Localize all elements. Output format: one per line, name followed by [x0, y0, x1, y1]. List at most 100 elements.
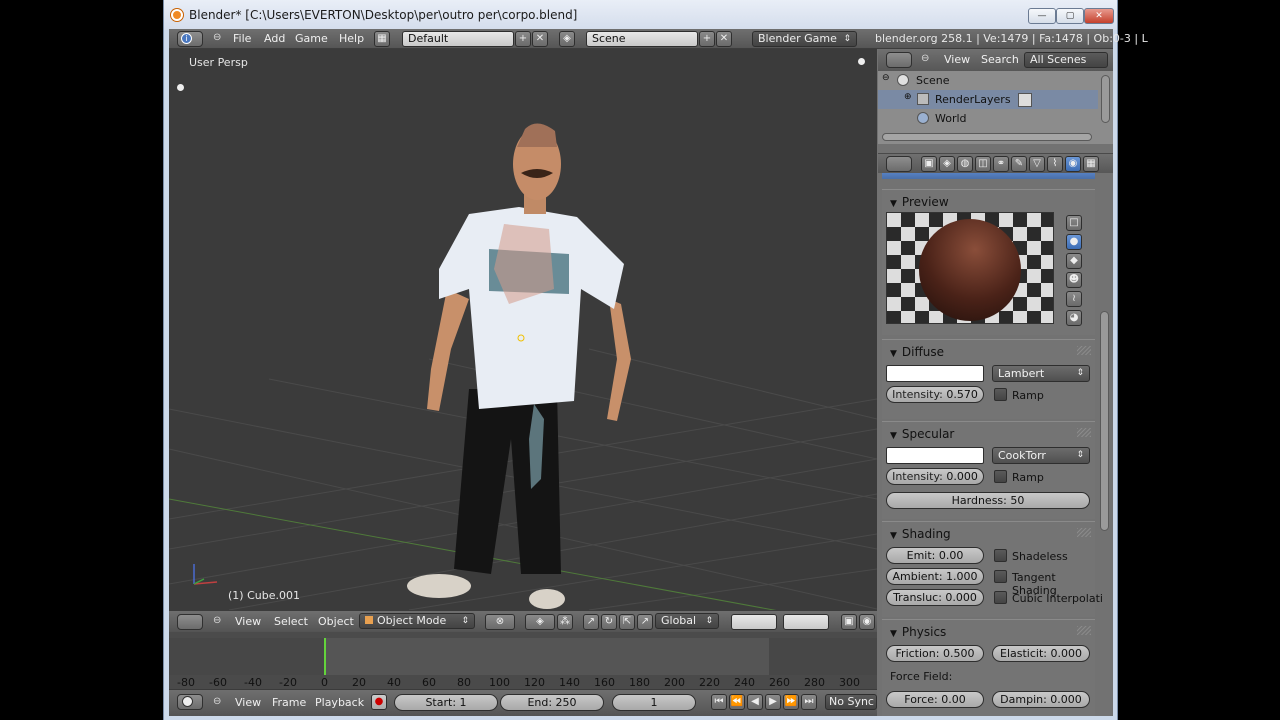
next-keyframe-icon[interactable]: ⏩ — [783, 694, 799, 710]
outliner-menu-search[interactable]: Search — [981, 53, 1019, 66]
view-region-toggle-icon[interactable] — [858, 58, 865, 65]
texture-tab-icon[interactable]: ▦ — [1083, 156, 1099, 172]
bone-tab-icon[interactable]: ⌇ — [1047, 156, 1063, 172]
outliner-editor-type-button[interactable] — [886, 52, 912, 68]
ambient-field[interactable]: Ambient: 1.000 — [886, 568, 984, 585]
3d-editor-type-button[interactable] — [177, 614, 203, 630]
timeline[interactable]: -80 -60 -40 -20 0 20 40 60 80 100 120 14… — [169, 632, 877, 689]
render-layer-toggle-icon[interactable] — [1018, 93, 1032, 107]
layout-field[interactable]: Default — [402, 31, 514, 47]
expand-icon[interactable]: ⊕ — [904, 92, 912, 102]
tangent-shading-checkbox[interactable] — [994, 570, 1007, 583]
specular-intensity-field[interactable]: Intensity: 0.000 — [886, 468, 984, 485]
jump-start-icon[interactable]: ⏮ — [711, 694, 727, 710]
collapse-3d-menus-icon[interactable]: ⊖ — [213, 615, 221, 626]
menu-game[interactable]: Game — [295, 32, 328, 45]
force-field[interactable]: Force: 0.00 — [886, 691, 984, 708]
record-icon[interactable]: ● — [371, 694, 387, 710]
menu-timeline-view[interactable]: View — [235, 696, 261, 709]
layers-row-2[interactable] — [783, 614, 829, 630]
shadeless-checkbox[interactable] — [994, 549, 1007, 562]
menu-view[interactable]: View — [235, 615, 261, 628]
collapse-icon[interactable]: ⊖ — [882, 73, 890, 83]
scale-icon[interactable]: ⇱ — [619, 614, 635, 630]
damping-field[interactable]: Dampin: 0.000 — [992, 691, 1090, 708]
play-reverse-icon[interactable]: ◀ — [747, 694, 763, 710]
add-layout-icon[interactable]: + — [515, 31, 531, 47]
friction-field[interactable]: Friction: 0.500 — [886, 645, 984, 662]
modifiers-tab-icon[interactable]: ✎ — [1011, 156, 1027, 172]
jump-end-icon[interactable]: ⏭ — [801, 694, 817, 710]
object-tab-icon[interactable]: ◫ — [975, 156, 991, 172]
add-scene-icon[interactable]: + — [699, 31, 715, 47]
pivot-point-icon[interactable]: ◈ — [525, 614, 555, 630]
prev-keyframe-icon[interactable]: ⏪ — [729, 694, 745, 710]
outliner-scrollbar[interactable] — [1101, 75, 1110, 123]
constraints-tab-icon[interactable]: ⚭ — [993, 156, 1009, 172]
outliner-row-world[interactable]: World — [878, 109, 1098, 128]
minimize-button[interactable]: — — [1028, 8, 1056, 24]
collapse-menus-icon[interactable]: ⊖ — [213, 32, 221, 43]
emit-field[interactable]: Emit: 0.00 — [886, 547, 984, 564]
material-type-tabs[interactable] — [882, 173, 1095, 179]
scene-tab-icon[interactable]: ◈ — [939, 156, 955, 172]
collapse-outliner-menus-icon[interactable]: ⊖ — [921, 53, 929, 64]
outliner-row-scene[interactable]: ⊖ Scene — [878, 71, 1098, 90]
outliner-menu-view[interactable]: View — [944, 53, 970, 66]
play-icon[interactable]: ▶ — [765, 694, 781, 710]
close-button[interactable]: ✕ — [1084, 8, 1114, 24]
menu-file[interactable]: File — [233, 32, 251, 45]
current-frame-field[interactable]: 1 — [612, 694, 696, 711]
end-frame-field[interactable]: End: 250 — [500, 694, 604, 711]
menu-frame[interactable]: Frame — [272, 696, 306, 709]
delete-layout-icon[interactable]: ✕ — [532, 31, 548, 47]
rotate-icon[interactable]: ↻ — [601, 614, 617, 630]
material-tab-icon[interactable]: ◉ — [1065, 156, 1081, 172]
3d-viewport[interactable]: User Persp (1) Cube.001 — [169, 49, 877, 610]
panel-grip-icon[interactable] — [1077, 428, 1091, 437]
cubic-interpolation-checkbox[interactable] — [994, 591, 1007, 604]
render-preview-icon[interactable]: ◉ — [859, 614, 875, 630]
preview-title[interactable]: Preview — [890, 195, 949, 209]
data-tab-icon[interactable]: ▽ — [1029, 156, 1045, 172]
collapse-timeline-menus-icon[interactable]: ⊖ — [213, 696, 221, 707]
physics-title[interactable]: Physics — [890, 625, 946, 639]
diffuse-intensity-field[interactable]: Intensity: 0.570 — [886, 386, 984, 403]
toolshelf-toggle-icon[interactable] — [177, 84, 184, 91]
specular-color[interactable] — [886, 447, 984, 464]
translate-icon[interactable]: ↗ — [583, 614, 599, 630]
preview-cube-icon[interactable]: ◆ — [1066, 253, 1082, 269]
preview-sphere-icon[interactable]: ● — [1066, 234, 1082, 250]
outliner-hscrollbar[interactable] — [882, 133, 1092, 141]
shading-title[interactable]: Shading — [890, 527, 951, 541]
scene-field[interactable]: Scene — [586, 31, 698, 47]
render-tab-icon[interactable]: ▣ — [921, 156, 937, 172]
editor-type-button[interactable]: i — [177, 31, 203, 47]
diffuse-color[interactable] — [886, 365, 984, 382]
manipulator-icon[interactable]: ⁂ — [557, 614, 573, 630]
scene-icon[interactable]: ◈ — [559, 31, 575, 47]
panel-grip-icon[interactable] — [1077, 626, 1091, 635]
outliner-filter-select[interactable]: All Scenes — [1024, 52, 1108, 68]
maximize-button[interactable]: ▢ — [1056, 8, 1084, 24]
preview-plane-icon[interactable]: □ — [1066, 215, 1082, 231]
properties-scrollbar[interactable] — [1100, 311, 1109, 531]
viewport-shading-icon[interactable]: ⊗ — [485, 614, 515, 630]
menu-object[interactable]: Object — [318, 615, 354, 628]
outliner-row-renderlayers[interactable]: ⊕ RenderLayers — [878, 90, 1098, 109]
mode-select[interactable]: Object Mode ⇕ — [359, 613, 475, 629]
diffuse-ramp-checkbox[interactable] — [994, 388, 1007, 401]
specular-ramp-checkbox[interactable] — [994, 470, 1007, 483]
timeline-editor-type-button[interactable] — [177, 694, 203, 710]
sync-select[interactable]: No Sync — [825, 694, 877, 710]
preview-hair-icon[interactable]: ≀ — [1066, 291, 1082, 307]
properties-editor-type-button[interactable] — [886, 156, 912, 172]
current-frame-marker[interactable] — [324, 638, 326, 675]
layers-row-1[interactable] — [731, 614, 777, 630]
elasticity-field[interactable]: Elasticit: 0.000 — [992, 645, 1090, 662]
specular-title[interactable]: Specular — [890, 427, 954, 441]
diffuse-shader-select[interactable]: Lambert ⇕ — [992, 365, 1090, 382]
screen-layout-icon[interactable]: ▦ — [374, 31, 390, 47]
lock-layers-icon[interactable]: ▣ — [841, 614, 857, 630]
diffuse-title[interactable]: Diffuse — [890, 345, 944, 359]
